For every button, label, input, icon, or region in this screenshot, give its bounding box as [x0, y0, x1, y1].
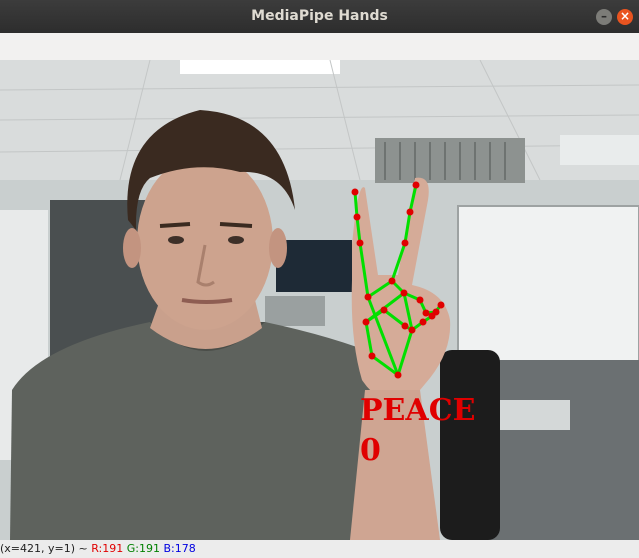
hand-landmark: [406, 208, 414, 216]
hand-landmark: [401, 322, 409, 330]
desk-area: [480, 360, 639, 540]
camera-view[interactable]: PEACE 0: [0, 60, 639, 540]
hand-landmark: [356, 239, 364, 247]
gesture-label: PEACE: [360, 393, 475, 428]
right-ear: [269, 228, 287, 268]
toolbar: [0, 33, 639, 61]
hand-connection: [353, 191, 359, 218]
hand-landmark: [401, 239, 409, 247]
hand-landmark: [428, 312, 436, 320]
whiteboard: [457, 205, 639, 362]
left-ear: [123, 228, 141, 268]
ceiling: [0, 60, 639, 180]
left-eyebrow: [159, 222, 191, 228]
gesture-index: 0: [360, 433, 381, 468]
hand-landmark: [351, 188, 359, 196]
mouth: [181, 298, 233, 304]
hand-landmark: [353, 213, 361, 221]
right-eye: [228, 236, 244, 244]
monitor: [276, 240, 352, 292]
blue-value: B:178: [163, 542, 196, 555]
window-title: MediaPipe Hands: [251, 8, 388, 24]
pixel-coords: (x=421, y=1) ~: [0, 542, 92, 555]
red-value: R:191: [91, 542, 124, 555]
hand-landmark: [437, 301, 445, 309]
desk-box: [265, 296, 325, 326]
green-value: G:191: [126, 542, 160, 555]
hand-landmark: [408, 326, 416, 334]
projector: [560, 135, 639, 165]
minimize-icon: –: [601, 9, 607, 23]
desk-top: [490, 400, 570, 430]
minimize-button[interactable]: –: [596, 9, 612, 25]
ceiling-light: [180, 60, 340, 74]
hand-landmark: [388, 277, 396, 285]
status-bar: (x=421, y=1) ~ R:191 G:191 B:178: [0, 540, 639, 558]
air-vent: [375, 138, 525, 183]
close-button[interactable]: ×: [617, 9, 633, 25]
hand-landmark: [364, 293, 372, 301]
hand-landmark: [416, 296, 424, 304]
chair: [440, 350, 500, 540]
close-icon: ×: [619, 9, 631, 23]
title-bar[interactable]: MediaPipe Hands – ×: [0, 0, 639, 33]
hand-landmark: [422, 309, 430, 317]
hand-landmark: [419, 318, 427, 326]
hand-landmark: [394, 371, 402, 379]
hand-landmark: [368, 352, 376, 360]
hand-landmark: [412, 181, 420, 189]
right-eyebrow: [219, 222, 253, 228]
hand-landmark: [400, 289, 408, 297]
hand-landmark: [362, 318, 370, 326]
left-eye: [168, 236, 184, 244]
hand-landmark: [380, 306, 388, 314]
